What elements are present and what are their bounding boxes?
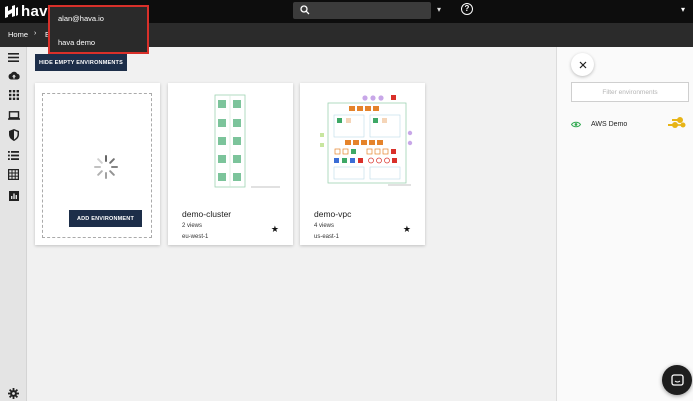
settings-icon[interactable] [7, 387, 20, 400]
shield-icon[interactable] [7, 128, 20, 141]
laptop-icon[interactable] [7, 109, 20, 122]
source-name: AWS Demo [591, 121, 628, 128]
diagram-thumbnail [214, 94, 280, 188]
loading-spinner-icon [94, 155, 118, 179]
environment-card[interactable]: demo-vpc 4 views us-east-1 ★ [300, 83, 425, 245]
cloud-upload-icon[interactable] [7, 69, 20, 82]
chat-icon [670, 373, 684, 386]
aws-key-icon [668, 117, 686, 128]
environment-region: us-east-1 [314, 234, 340, 240]
account-dropdown: alan@hava.io hava demo [48, 5, 149, 54]
dropdown-item-email[interactable]: alan@hava.io [58, 14, 104, 23]
chat-launcher-button[interactable] [662, 365, 692, 395]
search-scope-chevron-icon[interactable]: ▾ [437, 5, 441, 14]
environment-views: 4 views [314, 223, 335, 229]
table-icon[interactable] [7, 168, 20, 181]
list-icon[interactable] [7, 149, 20, 162]
environment-views: 2 views [182, 223, 203, 229]
filter-environments-input[interactable] [571, 82, 689, 102]
eye-icon[interactable] [571, 121, 581, 128]
grid-icon[interactable] [7, 88, 20, 101]
hava-logo-icon [5, 4, 18, 18]
bar-chart-icon[interactable] [7, 189, 20, 202]
environments-main: HIDE EMPTY ENVIRONMENTS ADD ENVIRONMENT [27, 47, 556, 401]
close-panel-button[interactable] [571, 53, 594, 76]
environment-region: eu-west-1 [182, 234, 209, 240]
help-icon[interactable]: ? [461, 3, 473, 15]
diagram-thumbnail [320, 95, 413, 186]
favorite-star-icon[interactable]: ★ [271, 224, 279, 235]
source-row[interactable]: AWS Demo [571, 117, 689, 132]
sidebar [0, 47, 27, 401]
environment-name[interactable]: demo-cluster [182, 209, 231, 219]
breadcrumb-separator: › [34, 30, 37, 37]
add-environment-card: ADD ENVIRONMENT [35, 83, 160, 245]
breadcrumb-home[interactable]: Home [8, 30, 28, 39]
environment-name[interactable]: demo-vpc [314, 209, 351, 219]
favorite-star-icon[interactable]: ★ [403, 224, 411, 235]
dropdown-item-account[interactable]: hava demo [58, 38, 95, 47]
hide-empty-environments-button[interactable]: HIDE EMPTY ENVIRONMENTS [35, 54, 127, 71]
add-environment-button[interactable]: ADD ENVIRONMENT [69, 210, 142, 227]
menu-icon[interactable] [7, 51, 20, 64]
environment-card[interactable]: demo-cluster 2 views eu-west-1 ★ [168, 83, 293, 245]
search-input[interactable] [293, 2, 431, 19]
account-chevron-icon[interactable]: ▾ [681, 5, 685, 14]
add-environment-dropzone[interactable]: ADD ENVIRONMENT [42, 93, 152, 238]
close-icon [579, 61, 586, 68]
filter-panel: AWS Demo [556, 47, 693, 401]
search-icon [300, 5, 310, 15]
